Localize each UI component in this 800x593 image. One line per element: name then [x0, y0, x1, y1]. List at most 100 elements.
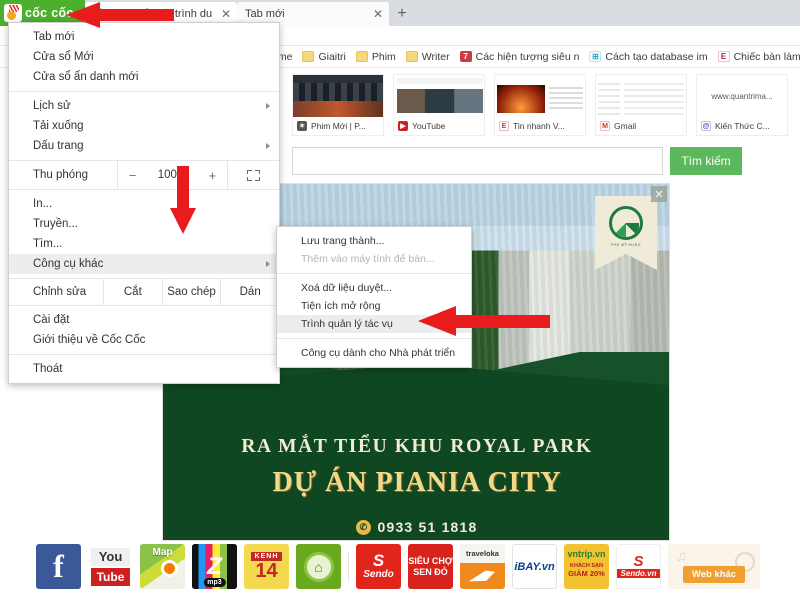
menu-zoom-row: Thu phóng − 100% + — [9, 160, 279, 190]
menu-item-truyen[interactable]: Truyền... — [9, 214, 279, 234]
menu-item-tai-xuong[interactable]: Tải xuống — [9, 116, 279, 136]
menu-item-in[interactable]: In... — [9, 194, 279, 214]
bookmark-cach-tao-database[interactable]: ⊞ Cách tạo database im — [589, 50, 708, 63]
phone-icon: ✆ — [356, 519, 372, 535]
bookmark-label: Phim — [371, 50, 396, 63]
bookmark-label: Writer — [421, 50, 450, 63]
edit-copy-button[interactable]: Sao chép — [161, 279, 221, 305]
film-icon: ✶ — [297, 121, 307, 131]
menu-item-cua-so-moi[interactable]: Cửa sổ Mới — [9, 47, 279, 67]
app-label: S — [633, 553, 644, 570]
tab-close-icon[interactable]: ✕ — [373, 7, 383, 21]
menu-item-lich-su[interactable]: Lịch sử — [9, 96, 279, 116]
app-traveloka[interactable]: traveloka — [460, 544, 505, 589]
red-arrow-to-tab — [66, 2, 174, 28]
menu-item-label: Dấu trang — [33, 140, 84, 152]
menu-item-dau-trang[interactable]: Dấu trang — [9, 136, 279, 156]
menu-item-label: Truyền... — [33, 218, 78, 230]
menu-item-thoat[interactable]: Thoát — [9, 359, 279, 379]
thumbnail-preview — [596, 75, 686, 117]
menu-item-label: Công cụ khác — [33, 258, 104, 270]
app-label: vntrip.vn — [567, 549, 606, 559]
divider — [348, 551, 349, 582]
zoom-out-button[interactable]: − — [129, 168, 137, 183]
app-vntrip[interactable]: vntrip.vn KHÁCH SẠN GIẢM 20% — [564, 544, 609, 589]
hero-logo-text: PHÚ MỸ HƯNG — [611, 243, 641, 247]
menu-item-label: Cửa sổ ẩn danh mới — [33, 71, 139, 83]
menu-item-label: Giới thiệu về Cốc Cốc — [33, 334, 146, 346]
tab-title: Tab mới — [245, 8, 285, 20]
app-coccoc[interactable]: ⌂ — [296, 544, 341, 589]
app-label-top: KENH — [250, 552, 283, 561]
thumbnail-preview — [495, 75, 585, 117]
app-facebook[interactable]: f — [36, 544, 81, 589]
submenu-item-label: Xoá dữ liệu duyệt... — [301, 282, 393, 294]
thumbnail-tin-nhanh[interactable]: E Tin nhanh V... — [494, 74, 586, 136]
app-kenh14[interactable]: KENH 14 — [244, 544, 289, 589]
app-youtube[interactable]: You Tube — [88, 544, 133, 589]
menu-divider — [9, 91, 279, 92]
menu-item-label: Tìm... — [33, 238, 63, 250]
app-web-khac[interactable]: ♫ Web khác — [668, 544, 760, 589]
red-arrow-to-task-manager — [418, 306, 550, 336]
hero-project-name: DỰ ÁN PIANIA CITY — [272, 467, 562, 498]
app-sendo-vn[interactable]: S Sendo.vn — [616, 544, 661, 589]
submenu-item-cong-cu-nha-phat-trien[interactable]: Công cụ dành cho Nhà phát triển — [277, 344, 471, 362]
thumbnail-preview: www.quantrima... — [697, 75, 787, 117]
music-note-icon: ♫ — [676, 548, 688, 565]
hero-phone-row: ✆ 0933 51 1818 — [163, 519, 669, 535]
menu-item-cai-dat[interactable]: Cài đặt — [9, 310, 279, 330]
app-sendo[interactable]: S Sendo — [356, 544, 401, 589]
thumbnail-label: Kiến Thức C... — [715, 121, 770, 131]
thumbnail-caption: M Gmail — [596, 117, 686, 135]
bookmark-cac-hien-tuong-sieu-nhien[interactable]: 7 Các hiện tượng siêu n — [459, 51, 579, 63]
bookmark-label: Cách tạo database im — [605, 50, 708, 63]
app-zing-mp3[interactable]: Z mp3 — [192, 544, 237, 589]
bookmark-phim[interactable]: Phim — [355, 50, 396, 63]
bookmark-writer[interactable]: Writer — [405, 50, 450, 63]
submenu-item-luu-trang-thanh[interactable]: Lưu trang thành... — [277, 232, 471, 250]
app-sieu-cho-sen-do[interactable]: SIÊU CHỢ SEN ĐỎ — [408, 544, 453, 589]
search-input[interactable] — [292, 147, 663, 175]
search-button[interactable]: Tìm kiếm — [670, 147, 742, 175]
app-ibay[interactable]: iBAY.vn — [512, 544, 557, 589]
submenu-item-them-vao-may-tinh-de-ban: Thêm vào máy tính để bàn... — [277, 250, 471, 268]
thumbnail-caption: E Tin nhanh V... — [495, 117, 585, 135]
thumbnail-caption: ✶ Phim Mới | P... — [293, 117, 383, 135]
tab-close-icon[interactable]: ✕ — [221, 7, 231, 21]
bookmark-giaitri[interactable]: Giaitri — [302, 51, 346, 63]
thumbnail-phim-moi[interactable]: ✶ Phim Mới | P... — [292, 74, 384, 136]
menu-item-tab-moi[interactable]: Tab mới — [9, 27, 279, 47]
menu-item-gioi-thieu-ve-coccoc[interactable]: Giới thiệu về Cốc Cốc — [9, 330, 279, 350]
thumbnail-preview — [293, 75, 383, 117]
thumbnail-label: YouTube — [412, 121, 446, 131]
thumbnail-caption: @ Kiến Thức C... — [697, 117, 787, 135]
thumbnail-gmail[interactable]: M Gmail — [595, 74, 687, 136]
menu-item-cua-so-an-danh-moi[interactable]: Cửa sổ ẩn danh mới — [9, 67, 279, 87]
hero-headline: RA MẮT TIỂU KHU ROYAL PARK — [241, 436, 593, 457]
app-label-top: You — [91, 547, 130, 566]
zoom-in-button[interactable]: + — [209, 168, 217, 183]
fullscreen-button[interactable] — [227, 161, 279, 189]
new-tab-button[interactable]: + — [389, 2, 415, 26]
menu-edit-row: Chỉnh sửa Cắt Sao chép Dán — [9, 278, 279, 306]
menu-item-cong-cu-khac[interactable]: Công cụ khác — [9, 254, 279, 274]
thumbnail-youtube[interactable]: ▶ YouTube — [393, 74, 485, 136]
chevron-right-icon — [266, 103, 270, 109]
thumbnail-kien-thuc[interactable]: www.quantrima... @ Kiến Thức C... — [696, 74, 788, 136]
menu-item-tim[interactable]: Tìm... — [9, 234, 279, 254]
coccoc-logo-mark — [4, 4, 22, 22]
submenu-item-xoa-du-lieu-duyet[interactable]: Xoá dữ liệu duyệt... — [277, 279, 471, 297]
bookmark-chiec-ban-lam-viec[interactable]: E Chiếc bàn làm việc si — [717, 51, 800, 63]
app-sublabel: Sendo.vn — [617, 569, 660, 578]
browser-main-menu: Tab mới Cửa sổ Mới Cửa sổ ẩn danh mới Lị… — [8, 22, 280, 384]
ad-close-icon[interactable]: ✕ — [651, 186, 667, 202]
folder-icon — [302, 51, 315, 62]
app-label: 14 — [255, 560, 278, 582]
edit-paste-button[interactable]: Dán — [220, 279, 279, 305]
edit-cut-button[interactable]: Cắt — [103, 279, 162, 305]
app-map[interactable]: Map — [140, 544, 185, 589]
thumbnail-label: Tin nhanh V... — [513, 121, 565, 131]
app-shortcuts-row: f You Tube Map Z mp3 KENH 14 ⌂ S Sendo S… — [0, 540, 800, 593]
app-label-top: S — [372, 551, 385, 570]
